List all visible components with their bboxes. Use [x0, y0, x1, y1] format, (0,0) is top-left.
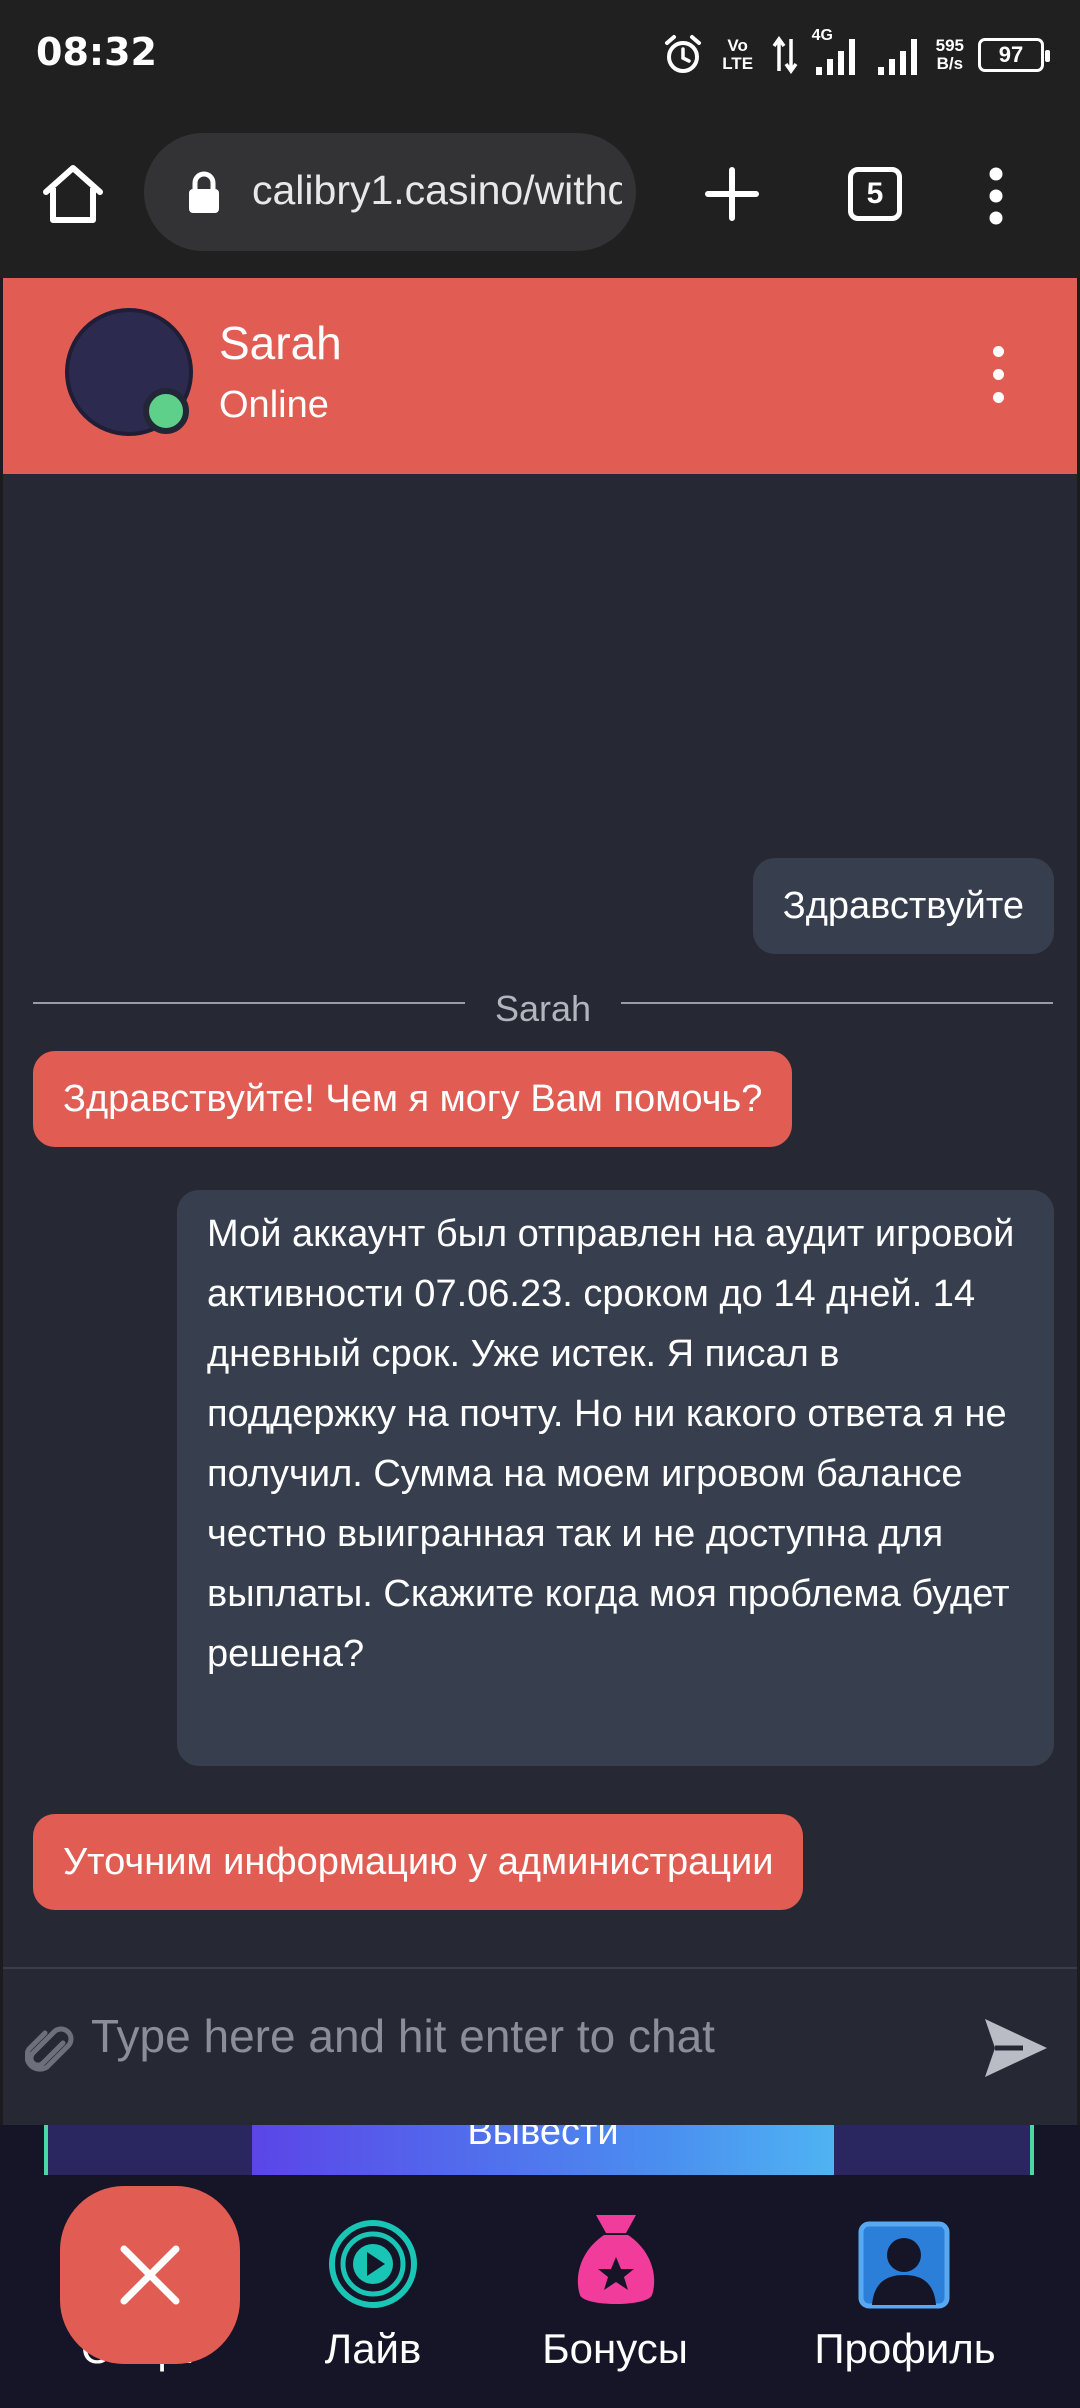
- new-tab-icon[interactable]: [704, 166, 760, 222]
- agent-name: Sarah: [219, 317, 342, 369]
- home-icon[interactable]: [40, 162, 106, 226]
- lock-icon: [189, 171, 219, 213]
- nav-live-label: Лайв: [324, 2325, 422, 2372]
- url-text: calibry1.casino/withdraw: [252, 167, 622, 213]
- agent-divider: Sarah: [33, 988, 1053, 1029]
- signal-icon: [877, 39, 917, 75]
- attachment-icon[interactable]: [25, 2023, 75, 2079]
- withdraw-bar: Вывести: [44, 2125, 1034, 2175]
- message-agent: Здравствуйте! Чем я могу Вам помочь?: [33, 1051, 793, 1147]
- nav-live[interactable]: Лайв: [290, 2175, 456, 2408]
- browser-menu-icon[interactable]: [984, 166, 1008, 226]
- message-user: Мой аккаунт был отправлен на аудит игров…: [177, 1190, 1054, 1766]
- chat-header: Sarah Online: [3, 278, 1077, 474]
- chat-input[interactable]: [91, 2001, 951, 2071]
- close-chat-button[interactable]: [60, 2186, 240, 2364]
- signal-4g-icon: 4G: [812, 27, 862, 77]
- close-icon: [120, 2245, 180, 2305]
- browser-toolbar: calibry1.casino/withdraw 5: [0, 110, 1080, 278]
- nav-profile-label: Профиль: [814, 2325, 996, 2372]
- agent-status: Online: [219, 384, 329, 426]
- chat-input-bar: [3, 1967, 1077, 2125]
- live-play-icon: [329, 2220, 417, 2308]
- address-bar[interactable]: calibry1.casino/withdraw: [144, 133, 636, 251]
- data-transfer-icon: [772, 35, 798, 75]
- status-icons: Vo LTE 4G 595 B/s 97: [662, 27, 1050, 80]
- battery-icon: 97: [978, 38, 1050, 72]
- online-indicator: [143, 388, 189, 434]
- status-time: 08:32: [36, 30, 157, 74]
- nav-bonuses-label: Бонусы: [542, 2325, 688, 2372]
- withdraw-button[interactable]: Вывести: [252, 2125, 834, 2175]
- status-bar: 08:32 Vo LTE 4G 595 B/s 97: [0, 0, 1080, 110]
- alarm-icon: [664, 35, 701, 73]
- chat-messages[interactable]: Здравствуйте Sarah Здравствуйте! Чем я м…: [3, 474, 1077, 1967]
- network-speed: 595 B/s: [935, 36, 964, 73]
- send-icon[interactable]: [983, 2017, 1049, 2079]
- message-user: Здравствуйте: [752, 858, 1054, 954]
- nav-profile[interactable]: Профиль: [800, 2175, 1010, 2408]
- profile-icon: [858, 2221, 950, 2309]
- tab-switcher-button[interactable]: 5: [848, 167, 902, 221]
- divider-label: Sarah: [494, 988, 592, 1029]
- nav-bonuses[interactable]: Бонусы: [520, 2175, 710, 2408]
- chat-menu-icon[interactable]: [993, 346, 1005, 415]
- bonus-bag-icon: [577, 2215, 655, 2304]
- volte-indicator: Vo LTE: [722, 36, 754, 73]
- message-agent: Уточним информацию у администрации: [33, 1814, 804, 1910]
